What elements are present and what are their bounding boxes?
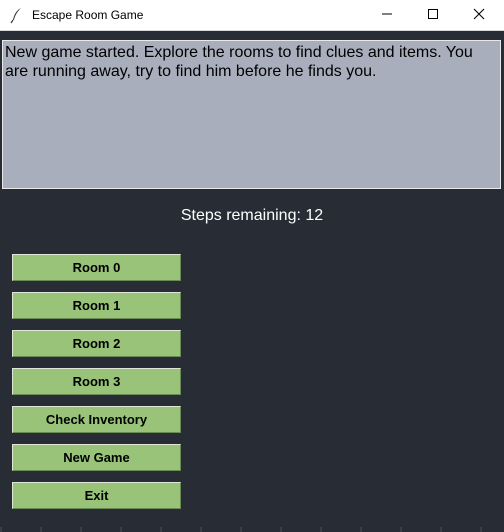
window-bottom-edge	[0, 527, 504, 532]
steps-remaining-label: Steps remaining: 12	[180, 207, 324, 224]
main-content: New game started. Explore the rooms to f…	[0, 31, 504, 532]
window-titlebar: Escape Room Game	[0, 0, 504, 31]
close-button[interactable]	[456, 0, 502, 31]
feather-icon	[8, 6, 26, 24]
maximize-button[interactable]	[410, 0, 456, 31]
maximize-icon	[427, 7, 439, 25]
room-0-button[interactable]: Room 0	[12, 254, 181, 281]
close-icon	[473, 7, 485, 25]
room-1-button[interactable]: Room 1	[12, 292, 181, 319]
minimize-button[interactable]	[364, 0, 410, 31]
message-textbox[interactable]: New game started. Explore the rooms to f…	[2, 40, 501, 189]
window-title: Escape Room Game	[32, 8, 144, 22]
minimize-icon	[381, 7, 393, 25]
exit-button[interactable]: Exit	[12, 482, 181, 509]
room-2-button[interactable]: Room 2	[12, 330, 181, 357]
room-3-button[interactable]: Room 3	[12, 368, 181, 395]
check-inventory-button[interactable]: Check Inventory	[12, 406, 181, 433]
new-game-button[interactable]: New Game	[12, 444, 181, 471]
